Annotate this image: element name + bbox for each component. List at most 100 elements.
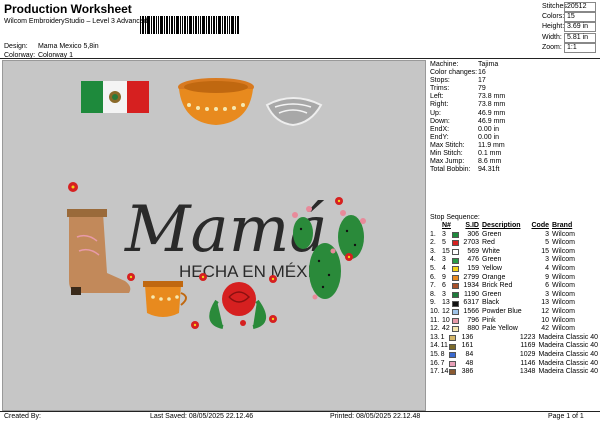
stitch-id: 1934 — [463, 282, 479, 290]
thread-code: 6 — [545, 282, 549, 290]
thread-color-chip — [452, 249, 459, 256]
thread-code: 1223 — [519, 333, 536, 341]
design-label: Design: — [4, 43, 28, 50]
thread-code: 1169 — [520, 342, 536, 350]
thread-brand: Madeira Classic 40 — [538, 368, 598, 376]
info-label: Max Jump: — [430, 158, 465, 166]
table-row: 12. 42 880 Pale Yellow 42 Wilcom — [430, 325, 598, 334]
stat-value: 15 — [564, 12, 596, 23]
needle-number: 4 — [442, 264, 446, 272]
table-row: 7. 6 1934 Brick Red 6 Wilcom — [430, 282, 598, 291]
thread-color-chip — [452, 257, 459, 264]
table-row: 11. 10 796 Pink 10 Wilcom — [430, 317, 598, 326]
needle-number: 5 — [442, 239, 446, 247]
color-description: Pale Yellow — [482, 325, 518, 333]
color-description: Brick Red — [482, 282, 513, 290]
stop-sequence-table: Stop Sequence: N# S.ID Description Code … — [430, 213, 598, 377]
design-barcode — [140, 16, 239, 34]
thread-code: 3 — [545, 290, 549, 298]
cowboy-boot-icon — [67, 209, 131, 295]
machine-info: Machine: Tajima Color changes: 16 Stops: 17… — [430, 61, 598, 174]
thread-color-chip — [452, 231, 459, 238]
info-label: Up: — [430, 109, 441, 117]
needle-number: 3 — [442, 256, 446, 264]
thread-brand: Madeira Classic 40 — [538, 350, 598, 358]
design-row: Design: Mama Mexico 5,8in — [4, 43, 99, 50]
stitch-id: 1566 — [463, 307, 479, 315]
stitch-id: 48 — [465, 359, 474, 367]
stitch-id: 796 — [467, 316, 479, 324]
thread-brand: Wilcom — [552, 273, 575, 281]
stat-value: 20512 — [564, 2, 596, 12]
color-swatch — [452, 274, 462, 281]
thread-brand: Wilcom — [552, 290, 575, 298]
stat-label: Width: — [542, 33, 562, 41]
color-swatch — [452, 240, 462, 247]
thread-brand: Madeira Classic 40 — [538, 333, 598, 341]
column-header: Brand — [552, 222, 573, 229]
color-swatch — [452, 231, 462, 238]
thread-brand: Wilcom — [552, 282, 575, 290]
thread-code: 12 — [541, 307, 549, 315]
stat-label: Stitches: — [542, 3, 569, 10]
color-description: Red — [482, 239, 495, 247]
info-label: Left: — [430, 93, 444, 101]
thread-color-chip — [452, 300, 459, 307]
thread-brand: Wilcom — [552, 230, 575, 238]
stitch-id: 159 — [467, 264, 479, 272]
color-description: White — [482, 247, 500, 255]
stop-index: 11. — [430, 316, 440, 324]
info-value: 0.00 in — [478, 125, 500, 133]
color-description: Green — [482, 230, 502, 238]
thread-color-chip — [452, 317, 459, 324]
info-label: Max Stitch: — [430, 141, 465, 149]
color-swatch — [449, 352, 458, 359]
info-value: 17 — [478, 77, 486, 85]
design-preview: Mamá HECHA EN MÉXICO — [2, 60, 426, 411]
stop-index: 7. — [430, 282, 436, 290]
stitch-id: 2799 — [463, 273, 479, 281]
color-description: Powder Blue — [482, 307, 522, 315]
table-row: 1. 3 306 Green 3 Wilcom — [430, 231, 598, 240]
info-value: 73.8 mm — [478, 93, 506, 101]
info-label: Min Stitch: — [430, 150, 463, 158]
needle-number: 15 — [442, 247, 450, 255]
table-row: 10. 12 1566 Powder Blue 12 Wilcom — [430, 308, 598, 317]
design-stats: Stitches: 20512 Colors: 15 Height: 3.69 in … — [542, 2, 596, 53]
table-row: 3. 15 569 White 15 Wilcom — [430, 248, 598, 257]
color-swatch — [452, 300, 462, 307]
stop-index: 9. — [430, 299, 436, 307]
thread-brand: Wilcom — [552, 264, 575, 272]
color-swatch — [452, 283, 462, 290]
info-value: 46.9 mm — [478, 117, 506, 125]
thread-color-chip — [452, 266, 459, 273]
thread-color-chip — [449, 352, 457, 359]
thread-code: 5 — [545, 239, 549, 247]
color-swatch — [452, 249, 462, 256]
color-swatch — [449, 360, 458, 367]
stop-index: 2. — [430, 239, 436, 247]
thread-color-chip — [449, 360, 457, 367]
mexican-flag-icon — [81, 81, 149, 113]
software-name: Wilcom EmbroideryStudio – Level 3 Advanc… — [4, 18, 148, 25]
thread-color-chip — [452, 326, 459, 333]
stop-index: 14. — [430, 342, 440, 350]
needle-number: 6 — [442, 282, 446, 290]
color-description: Orange — [482, 273, 506, 281]
thread-code: 3 — [545, 230, 549, 238]
thread-code: 1029 — [519, 350, 536, 358]
column-header: Description — [482, 222, 521, 229]
info-value: 94.31ft — [478, 166, 500, 174]
color-swatch — [449, 335, 458, 342]
table-header-row: N# S.ID Description Code Brand — [430, 222, 598, 231]
thread-brand: Madeira Classic 40 — [538, 342, 598, 350]
info-label: Down: — [430, 117, 450, 125]
color-swatch — [449, 369, 458, 376]
stop-rows: 1. 3 306 Green 3 Wilcom 2. 5 2703 Red 5 Wilcom 3. 15 5… — [430, 231, 598, 377]
stat-value: 3.69 in — [564, 22, 596, 33]
column-header: S.ID — [465, 222, 479, 229]
table-row: 8. 3 1190 Green 3 Wilcom — [430, 291, 598, 300]
thread-code: 13 — [541, 299, 549, 307]
header-divider — [0, 58, 600, 59]
color-description: Yellow — [482, 264, 502, 272]
